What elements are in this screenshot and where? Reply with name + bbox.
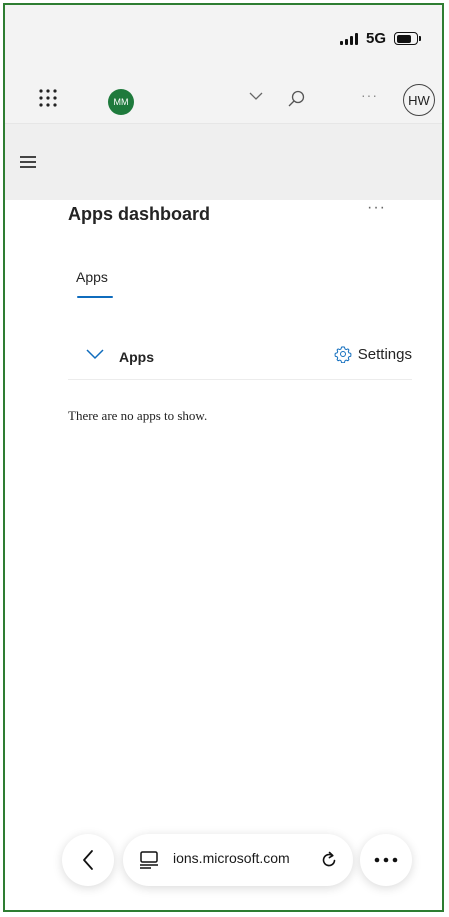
settings-button[interactable]: Settings [334, 345, 412, 363]
signal-icon [339, 32, 358, 45]
gear-icon [334, 346, 352, 363]
settings-label: Settings [357, 345, 412, 363]
header-more-button[interactable]: ··· [361, 87, 378, 103]
empty-state-message: There are no apps to show. [68, 408, 208, 423]
nav-bar [5, 124, 442, 200]
battery-icon [394, 32, 421, 45]
collapse-chevron-icon[interactable] [85, 347, 105, 361]
hamburger-menu-icon[interactable] [20, 156, 36, 168]
more-options-icon [374, 857, 398, 863]
reload-icon[interactable] [319, 850, 339, 870]
network-label: 5G [365, 30, 386, 47]
app-launcher-icon[interactable] [39, 89, 57, 107]
environment-avatar[interactable]: MM [108, 89, 134, 115]
url-text: ions.microsoft.com [173, 850, 290, 866]
browser-menu-button[interactable] [360, 834, 412, 886]
page-more-button[interactable]: ··· [367, 199, 386, 217]
back-button[interactable] [62, 834, 114, 886]
search-icon[interactable] [286, 89, 306, 109]
apps-section-header: Apps Settings [68, 335, 412, 380]
status-indicators: 5G [339, 30, 421, 47]
profile-avatar[interactable]: HW [403, 84, 435, 116]
page-title: Apps dashboard [68, 204, 211, 224]
tab-selected-indicator [77, 296, 113, 298]
tab-apps[interactable]: Apps [76, 269, 108, 285]
app-header: MM ··· HW [5, 77, 442, 123]
phone-frame: 5G MM ··· HW Apps dashboard ··· Apps App… [3, 3, 444, 912]
page-format-icon[interactable] [139, 851, 159, 869]
section-title: Apps [119, 349, 154, 365]
back-arrow-icon [83, 850, 93, 870]
chevron-down-icon[interactable] [248, 91, 264, 101]
address-bar[interactable]: ions.microsoft.com [123, 834, 353, 886]
